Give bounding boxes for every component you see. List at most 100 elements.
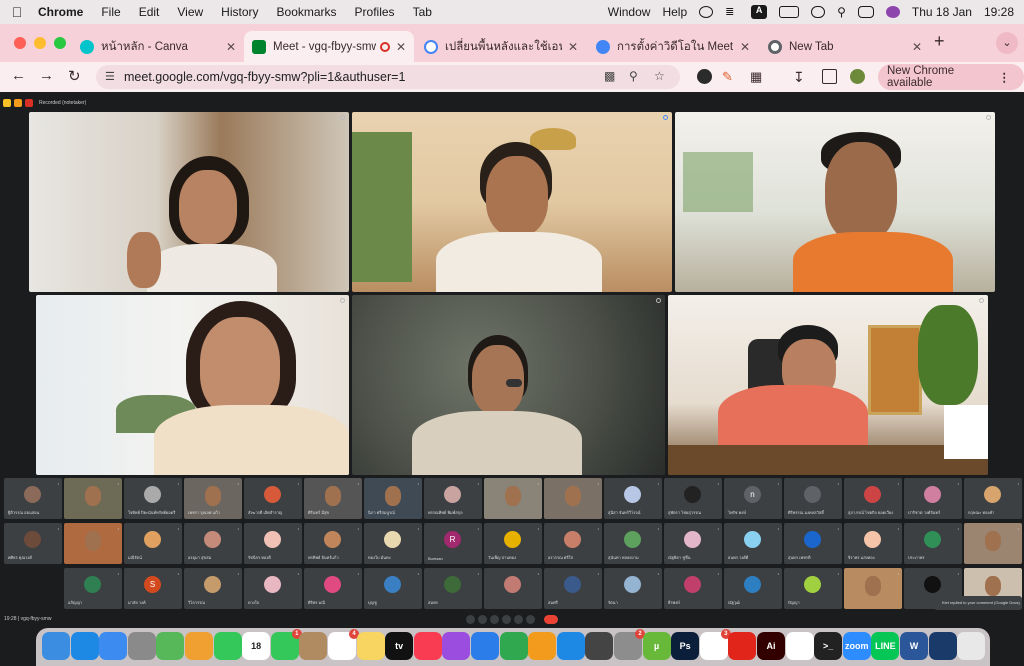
podcasts-icon[interactable]: [442, 632, 471, 660]
record-icon[interactable]: [25, 99, 33, 107]
tile-menu-icon[interactable]: [656, 298, 661, 303]
address-bar[interactable]: ☰ meet.google.com/vgq-fbyy-smw?pli=1&aut…: [96, 65, 680, 89]
url-text[interactable]: meet.google.com/vgq-fbyy-smw?pli=1&authu…: [124, 70, 405, 84]
maps-icon[interactable]: [156, 632, 185, 660]
slack-icon[interactable]: 3: [699, 629, 731, 660]
participant-thumbnail[interactable]: ศิริพร มณี •: [304, 568, 362, 609]
participant-thumbnail[interactable]: ณัฐธิดา ชูชื่น •: [664, 523, 722, 564]
link-icon[interactable]: [811, 6, 826, 18]
extension-drop-icon[interactable]: [697, 69, 712, 84]
notes-icon[interactable]: [356, 632, 385, 660]
participant-thumbnail[interactable]: รัชนีกร ทองดี •: [244, 523, 302, 564]
present-icon[interactable]: [514, 615, 523, 624]
close-window-icon[interactable]: [14, 37, 26, 49]
close-tab-icon[interactable]: ✕: [740, 40, 750, 54]
music-icon[interactable]: [413, 632, 442, 660]
participant-tile[interactable]: [36, 295, 349, 475]
menu-app-name[interactable]: Chrome: [34, 5, 92, 19]
participant-thumbnail[interactable]: •: [64, 523, 122, 564]
participant-thumbnail[interactable]: ปัญญา •: [784, 568, 842, 609]
zoom-icon[interactable]: zoom: [842, 632, 871, 660]
illustrator-icon[interactable]: Ai: [757, 632, 785, 660]
pages-icon[interactable]: [528, 632, 557, 660]
menu-help[interactable]: Help: [662, 5, 687, 19]
system-settings-icon[interactable]: 2: [614, 629, 645, 660]
extensions-puzzle-icon[interactable]: ▦: [750, 69, 765, 84]
participant-thumbnail[interactable]: สังฆวรดี เลิศสำราญ •: [244, 478, 302, 519]
participant-thumbnail[interactable]: อรวรรณ ศรีใส •: [544, 523, 602, 564]
site-settings-icon[interactable]: ☰: [105, 70, 115, 83]
pen-extension-icon[interactable]: ✎: [722, 69, 737, 84]
notification-toast[interactable]: Kiet replied to your comment (Google Doc…: [934, 596, 1022, 610]
tab-new-tab[interactable]: New Tab ✕: [760, 31, 930, 62]
menu-view[interactable]: View: [168, 5, 212, 19]
participant-thumbnail[interactable]: สุนันทา พลอยงาม •: [604, 523, 662, 564]
battery-icon[interactable]: [779, 6, 800, 18]
quicktime-icon[interactable]: [585, 632, 614, 660]
tile-menu-icon[interactable]: [979, 298, 984, 303]
participant-thumbnail[interactable]: รัตนา •: [604, 568, 662, 609]
participant-tile[interactable]: [352, 112, 672, 292]
download-icon[interactable]: ↧: [793, 69, 808, 85]
close-tab-icon[interactable]: ✕: [226, 40, 236, 54]
input-source-icon[interactable]: A: [751, 5, 768, 19]
play-status-icon[interactable]: [699, 6, 714, 18]
app-store-icon[interactable]: [556, 632, 585, 660]
participant-thumbnail[interactable]: ธีรพงษ์ •: [664, 568, 722, 609]
participant-tile[interactable]: [352, 295, 665, 475]
raise-hand-icon[interactable]: [502, 615, 511, 624]
apple-menu-icon[interactable]: : [0, 4, 34, 20]
zoom-icon[interactable]: ⚲: [629, 69, 638, 83]
tab-canva[interactable]: หน้าหลัก - Canva ✕: [72, 31, 244, 62]
tile-menu-icon[interactable]: [986, 115, 991, 120]
more-options-icon[interactable]: [526, 615, 535, 624]
close-tab-icon[interactable]: ✕: [912, 40, 922, 54]
facetime-icon[interactable]: [213, 632, 242, 660]
participant-thumbnail[interactable]: พรรณทิพย์ พิมพ์สกุล •: [424, 478, 482, 519]
new-chrome-available-button[interactable]: New Chrome available ⋮: [878, 64, 1024, 90]
launchpad-icon[interactable]: [127, 632, 156, 660]
forward-arrow-icon[interactable]: →: [39, 67, 54, 84]
numbers-icon[interactable]: [499, 632, 528, 660]
new-tab-plus-icon[interactable]: +: [934, 31, 945, 52]
participant-thumbnail[interactable]: บุญชู •: [364, 568, 422, 609]
notes-icon[interactable]: [14, 99, 22, 107]
back-arrow-icon[interactable]: ←: [11, 67, 26, 84]
menubar-time[interactable]: 19:28: [984, 5, 1014, 19]
tab-google-help[interactable]: เปลี่ยนพื้นหลังและใช้เอฟเฟกต์ ✕: [416, 31, 586, 62]
participant-thumbnail[interactable]: สมศรี •: [544, 568, 602, 609]
reload-icon[interactable]: ↻: [68, 67, 81, 85]
menu-window[interactable]: Window: [608, 5, 651, 19]
mail-icon[interactable]: [99, 632, 128, 660]
utorrent-icon[interactable]: µ: [642, 632, 671, 660]
mic-icon[interactable]: [466, 615, 475, 624]
tab-meet[interactable]: Meet - vgq-fbyy-smw ✕: [244, 31, 414, 62]
chrome-icon[interactable]: [785, 632, 814, 660]
participant-thumbnail[interactable]: อภิญญา •: [64, 568, 122, 609]
photoshop-icon[interactable]: Ps: [671, 632, 700, 660]
participant-thumbnail[interactable]: วิไลวรรณ •: [184, 568, 242, 609]
word-icon[interactable]: W: [900, 632, 928, 660]
participant-thumbnail[interactable]: •: [484, 568, 542, 609]
menu-history[interactable]: History: [212, 5, 267, 19]
menu-tab[interactable]: Tab: [404, 5, 441, 19]
participant-thumbnail[interactable]: ฐิติวรรณ อ่อนสอน •: [4, 478, 62, 519]
airdrop-icon[interactable]: ≣: [725, 6, 739, 18]
participant-thumbnail[interactable]: ดวงใจ •: [244, 568, 302, 609]
participant-thumbnail[interactable]: ธนพร วงศ์ดี •: [724, 523, 782, 564]
participant-thumbnail[interactable]: สุนทร เพชรดี •: [784, 523, 842, 564]
participant-tile[interactable]: [675, 112, 995, 292]
messages-icon[interactable]: 1: [270, 629, 302, 660]
calendar-icon[interactable]: 18: [242, 632, 271, 660]
menu-file[interactable]: File: [92, 5, 129, 19]
contacts-icon[interactable]: [299, 632, 328, 660]
camera-icon[interactable]: ▩: [604, 69, 615, 83]
participant-thumbnail[interactable]: ณัฐวุฒิ •: [724, 568, 782, 609]
participant-thumbnail[interactable]: อรอุมา สุขสม •: [184, 523, 242, 564]
participant-thumbnail[interactable]: ปาริชาต วงศ์จันทร์ •: [904, 478, 962, 519]
participant-thumbnail[interactable]: สุนิสา จันทร์วิโรจน์ •: [604, 478, 662, 519]
participant-tile[interactable]: [668, 295, 988, 475]
participant-thumbnail[interactable]: •: [844, 568, 902, 609]
participant-thumbnail[interactable]: •: [964, 523, 1022, 564]
participant-thumbnail[interactable]: สมพร •: [424, 568, 482, 609]
